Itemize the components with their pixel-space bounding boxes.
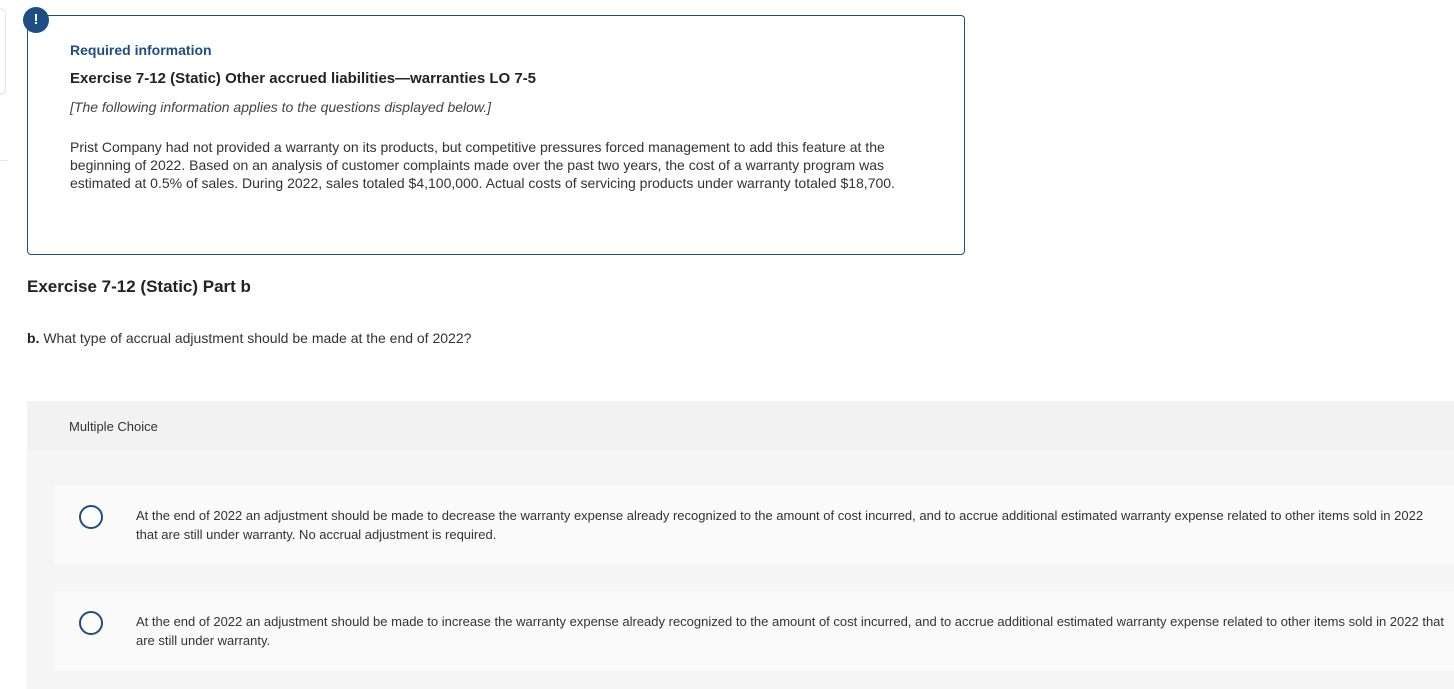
multiple-choice-header: Multiple Choice [69,419,158,434]
collapsed-side-panel [0,8,6,95]
radio-button-1[interactable] [79,505,103,529]
exercise-title: Exercise 7-12 (Static) Other accrued lia… [70,70,537,87]
part-title: Exercise 7-12 (Static) Part b [27,277,251,296]
choices-container: At the end of 2022 an adjustment should … [27,451,1454,689]
problem-description: Prist Company had not provided a warrant… [70,139,895,191]
choice-option-text: At the end of 2022 an adjustment should … [136,508,1424,542]
radio-button-2[interactable] [79,611,103,635]
instruction-note: [The following information applies to th… [70,99,492,115]
question-label: b. [27,330,40,346]
choice-option-2[interactable]: At the end of 2022 an adjustment should … [54,591,1454,671]
alert-icon: ! [23,7,49,33]
question: b. What type of accrual adjustment shoul… [27,330,471,346]
question-text: What type of accrual adjustment should b… [39,330,472,346]
required-information-box: Required information Exercise 7-12 (Stat… [27,15,965,255]
divider [0,160,8,161]
choice-option-1[interactable]: At the end of 2022 an adjustment should … [54,485,1454,565]
multiple-choice-panel: Multiple Choice At the end of 2022 an ad… [27,401,1454,689]
required-information-heading: Required information [70,42,212,58]
choice-option-text: At the end of 2022 an adjustment should … [136,614,1445,648]
page: ! Required information Exercise 7-12 (St… [0,0,1454,689]
